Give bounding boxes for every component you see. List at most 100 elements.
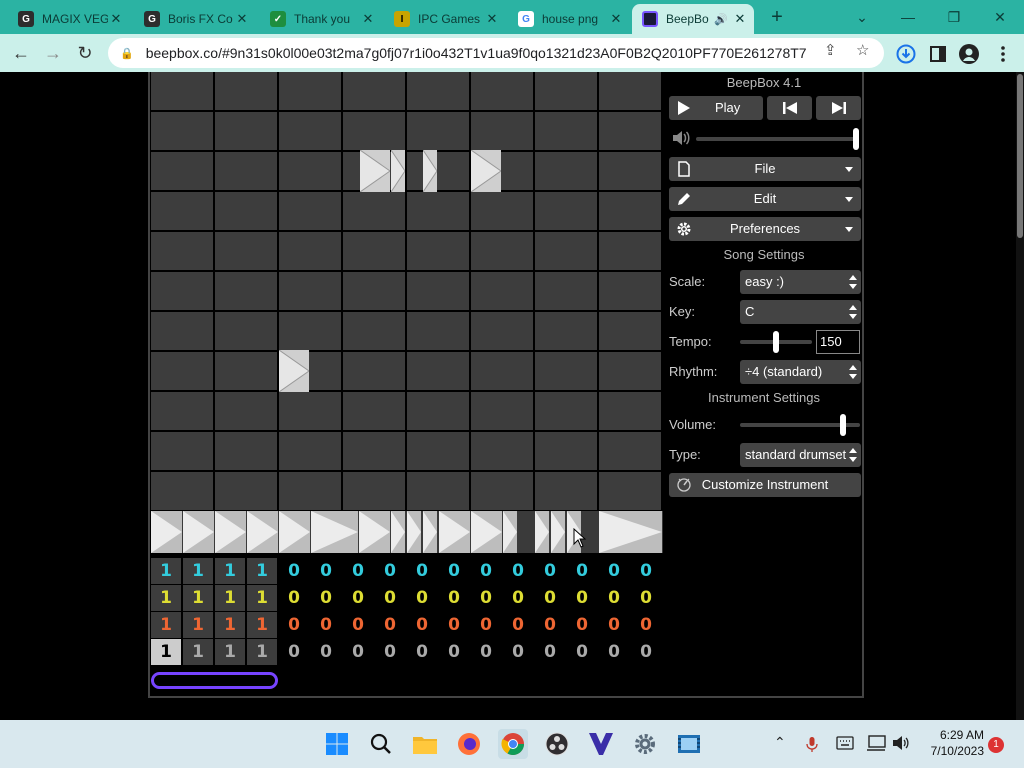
notification-badge[interactable]: 1 (988, 737, 1004, 753)
pattern-cell[interactable]: 0 (343, 585, 373, 611)
grid-cell[interactable] (279, 432, 341, 470)
instrument-type-select[interactable]: standard drumset (740, 443, 861, 467)
grid-cell[interactable] (599, 272, 661, 310)
grid-cell[interactable] (151, 312, 213, 350)
bookmark-star-icon[interactable]: ☆ (856, 41, 869, 59)
grid-cell[interactable] (599, 72, 661, 110)
grid-cell[interactable] (407, 192, 469, 230)
forward-icon[interactable]: → (42, 42, 64, 64)
pattern-cell[interactable]: 0 (567, 612, 597, 638)
minimize-icon[interactable]: — (896, 6, 920, 28)
pattern-cell[interactable]: 0 (343, 558, 373, 584)
pattern-cell[interactable]: 0 (503, 585, 533, 611)
speaker-volume-icon[interactable] (892, 735, 910, 751)
pattern-cell[interactable]: 0 (471, 639, 501, 665)
pattern-cell[interactable]: 0 (439, 558, 469, 584)
grid-cell[interactable] (279, 392, 341, 430)
pattern-cell[interactable]: 1 (183, 585, 213, 611)
pattern-cell[interactable]: 0 (375, 612, 405, 638)
grid-cell[interactable] (471, 72, 533, 110)
file-menu[interactable]: File (669, 157, 861, 181)
drum-note[interactable] (471, 511, 502, 553)
grid-cell[interactable] (343, 192, 405, 230)
grid-cell[interactable] (215, 192, 277, 230)
grid-cell[interactable] (215, 432, 277, 470)
close-icon[interactable]: ✕ (234, 11, 250, 27)
grid-cell[interactable] (535, 232, 597, 270)
page-scrollbar[interactable] (1016, 72, 1024, 720)
grid-cell[interactable] (215, 72, 277, 110)
drum-note[interactable] (391, 511, 405, 553)
pattern-cell[interactable]: 1 (151, 612, 181, 638)
pattern-cell[interactable]: 0 (439, 585, 469, 611)
pattern-cell[interactable]: 0 (567, 639, 597, 665)
tempo-knob[interactable] (773, 331, 779, 353)
grid-cell[interactable] (151, 472, 213, 510)
browser-tab[interactable]: ✓ Thank you ✕ (260, 4, 382, 34)
pattern-cell[interactable]: 0 (599, 612, 629, 638)
drum-note[interactable] (535, 511, 549, 553)
browser-tab[interactable]: G MAGIX VEG ✕ (8, 4, 130, 34)
pattern-cell[interactable]: 1 (247, 612, 277, 638)
drum-note[interactable] (183, 511, 214, 553)
pattern-cell[interactable]: 0 (631, 612, 661, 638)
drum-note[interactable] (151, 511, 182, 553)
pattern-cell[interactable]: 0 (439, 612, 469, 638)
grid-cell[interactable] (599, 192, 661, 230)
drum-note[interactable] (439, 511, 470, 553)
grid-cell[interactable] (151, 272, 213, 310)
vegas-icon[interactable] (586, 729, 616, 759)
grid-cell[interactable] (407, 312, 469, 350)
scale-select[interactable]: easy :) (740, 270, 861, 294)
video-editor-icon[interactable] (674, 729, 704, 759)
grid-cell[interactable] (407, 112, 469, 150)
file-explorer-icon[interactable] (410, 729, 440, 759)
grid-cell[interactable] (215, 152, 277, 190)
grid-cell[interactable] (471, 432, 533, 470)
drum-note[interactable] (359, 511, 390, 553)
grid-cell[interactable] (215, 112, 277, 150)
pattern-cell[interactable]: 0 (599, 558, 629, 584)
system-clock[interactable]: 6:29 AM 7/10/2023 (914, 727, 984, 759)
drum-note[interactable] (503, 511, 517, 553)
grid-cell[interactable] (343, 352, 405, 390)
grid-cell[interactable] (279, 312, 341, 350)
pattern-cell[interactable]: 0 (439, 639, 469, 665)
pattern-cell[interactable]: 1 (183, 558, 213, 584)
grid-cell[interactable] (279, 152, 341, 190)
back-icon[interactable]: ← (10, 42, 32, 64)
customize-instrument-button[interactable]: Customize Instrument (669, 473, 861, 497)
pattern-cell[interactable]: 0 (535, 585, 565, 611)
pattern-cell[interactable]: 0 (343, 639, 373, 665)
grid-cell[interactable] (343, 272, 405, 310)
address-bar[interactable]: 🔒 beepbox.co/#9n31s0k0l00e03t2ma7g0fj07r… (108, 38, 884, 68)
drum-note[interactable] (247, 511, 278, 553)
grid-cell[interactable] (471, 112, 533, 150)
close-icon[interactable]: ✕ (108, 11, 124, 27)
pattern-cell[interactable]: 0 (599, 585, 629, 611)
browser-tab[interactable]: G house png ✕ (508, 4, 630, 34)
reload-icon[interactable]: ↻ (74, 42, 96, 64)
grid-cell[interactable] (343, 112, 405, 150)
grid-cell[interactable] (535, 112, 597, 150)
close-window-icon[interactable]: ✕ (988, 6, 1012, 28)
grid-cell[interactable] (407, 232, 469, 270)
drum-note[interactable] (551, 511, 565, 553)
scrollbar-thumb[interactable] (1017, 74, 1023, 238)
grid-cell[interactable] (599, 392, 661, 430)
rhythm-select[interactable]: ÷4 (standard) (740, 360, 861, 384)
firefox-icon[interactable] (454, 729, 484, 759)
pattern-cell[interactable]: 0 (407, 639, 437, 665)
pattern-cell[interactable]: 0 (535, 639, 565, 665)
pattern-cell[interactable]: 1 (215, 585, 245, 611)
pattern-cell[interactable]: 0 (375, 585, 405, 611)
grid-cell[interactable] (599, 472, 661, 510)
grid-cell[interactable] (343, 312, 405, 350)
grid-cell[interactable] (151, 72, 213, 110)
profile-avatar-icon[interactable] (958, 43, 980, 65)
grid-cell[interactable] (279, 232, 341, 270)
grid-cell[interactable] (471, 312, 533, 350)
grid-cell[interactable] (215, 392, 277, 430)
pattern-cell[interactable]: 1 (151, 639, 181, 665)
pattern-cell[interactable]: 0 (407, 558, 437, 584)
